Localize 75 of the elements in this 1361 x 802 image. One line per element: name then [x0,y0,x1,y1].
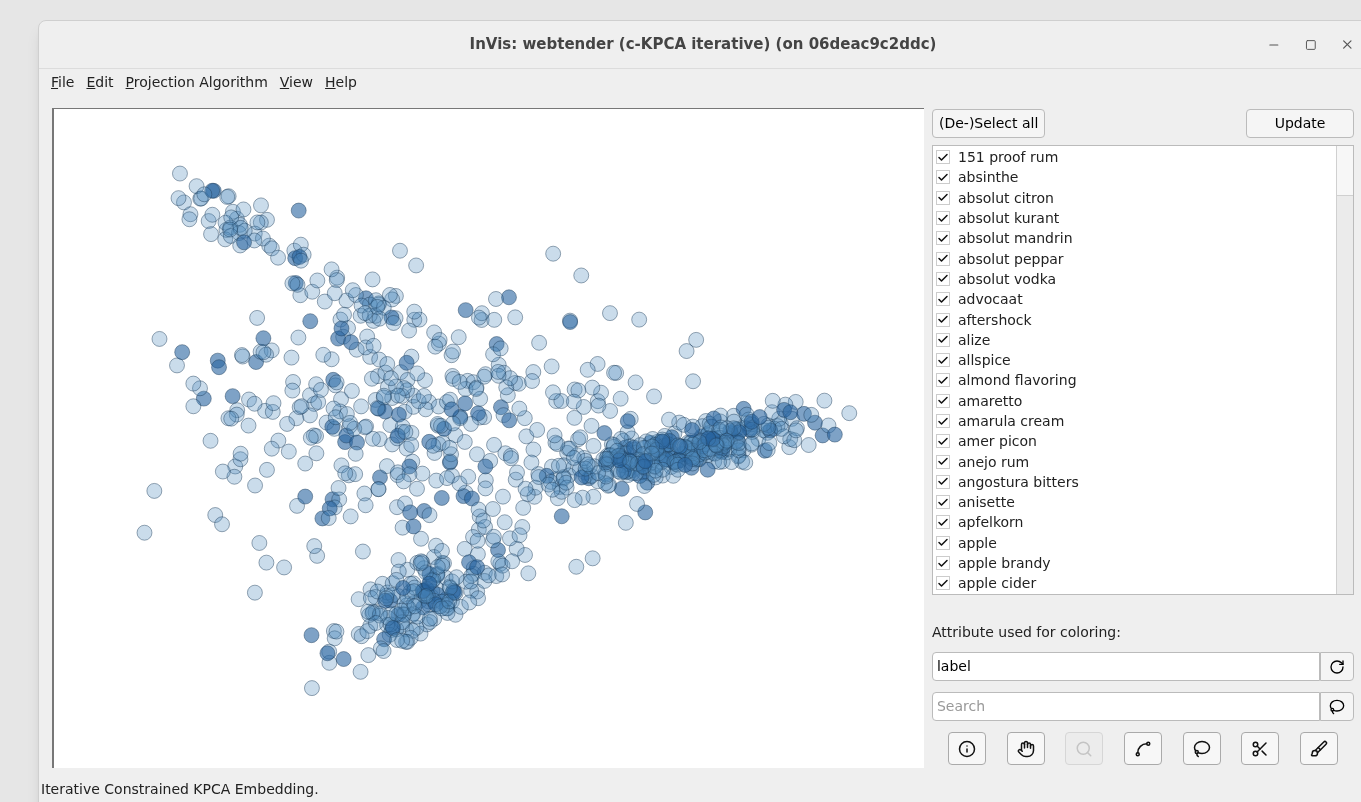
tool-button[interactable] [948,732,986,765]
search-field[interactable]: Search [932,692,1320,721]
list-item[interactable]: absolut peppar [958,251,1064,266]
checkbox[interactable] [936,373,950,388]
checkbox[interactable] [936,393,950,408]
list-item[interactable]: alize [958,332,991,347]
checkbox[interactable] [936,454,950,469]
magnifier-icon [1075,739,1094,758]
menu-item[interactable]: File [51,72,75,93]
checkbox[interactable] [936,211,950,226]
list-item[interactable]: amer picon [958,434,1037,449]
checkbox[interactable] [936,292,950,307]
search-button[interactable] [1320,692,1354,721]
list-item[interactable]: absolut citron [958,190,1054,205]
list-item[interactable]: amaretto [958,393,1023,408]
list-item[interactable]: apple cider [958,576,1037,591]
maximize-icon[interactable] [1304,38,1317,51]
list-item[interactable]: angostura bitters [958,474,1079,489]
tool-button[interactable] [1241,732,1280,765]
checkbox[interactable] [936,515,950,530]
checkbox[interactable] [936,353,950,368]
refresh-icon [1329,658,1345,675]
checkbox[interactable] [936,474,950,489]
lasso-icon [1329,698,1345,715]
list-item[interactable]: absinthe [958,170,1019,185]
update-button[interactable]: Update [1246,109,1354,138]
list-item[interactable]: absolut vodka [958,271,1057,286]
checkbox[interactable] [936,231,950,246]
list-item[interactable]: amarula cream [958,414,1065,428]
hand-icon [1016,739,1035,758]
checkbox[interactable] [936,190,950,205]
list-item[interactable]: advocaat [958,292,1023,307]
checkbox[interactable] [936,434,950,449]
tool-button[interactable] [1123,732,1162,765]
checkbox[interactable] [936,312,950,327]
window-title: InVis: webtender (c-KPCA iterative) (on 06deac9c2ddc) [469,34,937,56]
select-all-button[interactable]: (De-)Select all [932,109,1046,138]
list-item[interactable]: aftershock [958,312,1032,327]
checkbox[interactable] [936,576,950,591]
lasso-icon [1192,739,1211,758]
brush-icon [1309,739,1328,758]
list-item[interactable]: apple [958,535,997,550]
checkbox[interactable] [936,535,950,550]
checkbox[interactable] [936,556,950,571]
checkbox[interactable] [936,251,950,266]
menu-item[interactable]: Projection Algorithm [125,72,268,93]
menu-item[interactable]: View [279,72,314,93]
checkbox[interactable] [936,170,950,185]
list-item[interactable]: anejo rum [958,454,1030,469]
list-item[interactable]: anisette [958,495,1015,510]
checkbox[interactable] [936,495,950,510]
coloring-field[interactable]: label [932,652,1320,681]
coloring-label: Attribute used for coloring: [932,623,1122,642]
list-item[interactable]: 151 proof rum [958,150,1059,165]
scissors-icon [1251,739,1270,758]
checkbox[interactable] [936,414,950,428]
tool-button[interactable] [1299,732,1338,765]
refresh-button[interactable] [1320,652,1354,681]
tool-button[interactable] [1182,732,1221,765]
menu-item[interactable]: Edit [86,72,114,93]
curve-icon [1133,739,1152,758]
list-item[interactable]: apple brandy [958,556,1051,571]
list-item[interactable]: absolut kurant [958,211,1060,226]
list-item[interactable]: apfelkorn [958,515,1024,530]
list-item[interactable]: absolut mandrin [958,231,1073,246]
checkbox[interactable] [936,150,950,165]
checkbox[interactable] [936,332,950,347]
checkbox[interactable] [936,271,950,286]
scrollbar[interactable] [1336,146,1353,594]
list-item[interactable]: allspice [958,353,1011,368]
status-text: Iterative Constrained KPCA Embedding. [41,780,319,799]
tool-button[interactable] [1006,732,1045,765]
info-icon [958,739,976,758]
list-item[interactable]: almond flavoring [958,373,1077,388]
menu-item[interactable]: Help [325,72,357,93]
